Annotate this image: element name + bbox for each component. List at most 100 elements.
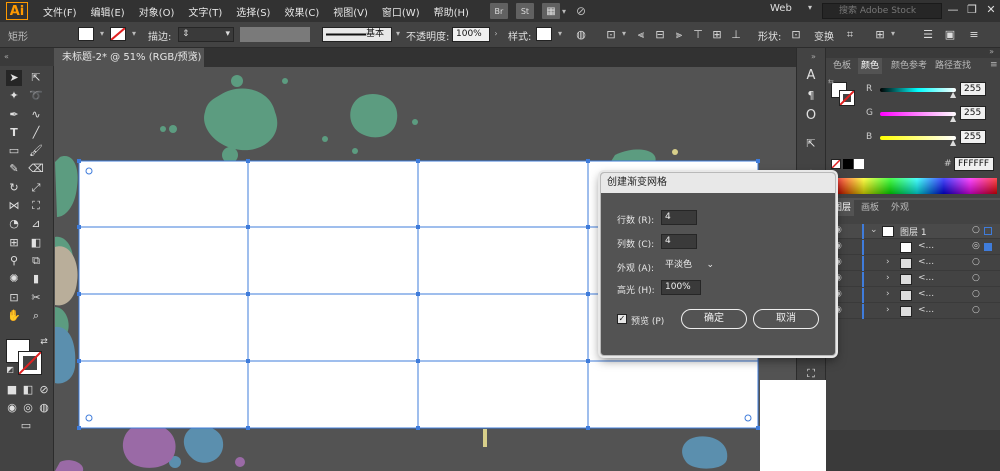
- graphic-style-swatch[interactable]: [536, 27, 552, 41]
- rotate-tool-icon[interactable]: ↻: [6, 180, 22, 196]
- green-slider-track[interactable]: [880, 112, 956, 116]
- blue-slider-track[interactable]: [880, 136, 956, 140]
- sublayer-name[interactable]: <...: [918, 273, 934, 283]
- selection-indicator[interactable]: [984, 243, 992, 251]
- collapse-icon[interactable]: »: [811, 52, 816, 61]
- chevron-down-icon[interactable]: ▾: [562, 7, 566, 16]
- layer-row[interactable]: ◉ › <... ○: [826, 256, 1000, 271]
- menu-effect[interactable]: 效果(C): [277, 4, 326, 19]
- column-graph-tool-icon[interactable]: ▮: [28, 271, 44, 287]
- direct-selection-tool-icon[interactable]: ⇱: [28, 70, 44, 86]
- green-value-field[interactable]: 255: [960, 106, 986, 120]
- chevron-down-icon[interactable]: ▾: [96, 27, 108, 41]
- stock-button[interactable]: St: [515, 3, 534, 19]
- layer-row[interactable]: ◉ › <... ○: [826, 288, 1000, 303]
- tab-pathfinder[interactable]: 路径查找: [932, 58, 974, 74]
- layer-row[interactable]: ◉ <... ◎: [826, 240, 1000, 255]
- shaper-tool-icon[interactable]: ✎: [6, 161, 22, 177]
- tab-color-guide[interactable]: 颜色参考: [888, 58, 930, 74]
- close-icon[interactable]: ×: [191, 48, 199, 67]
- preview-checkbox[interactable]: ✓: [617, 314, 627, 324]
- draw-behind-icon[interactable]: ◎: [20, 400, 36, 416]
- paintbrush-tool-icon[interactable]: 🖌: [28, 143, 44, 159]
- chevron-right-icon[interactable]: ›: [886, 305, 890, 315]
- color-spectrum[interactable]: [837, 178, 997, 194]
- scale-tool-icon[interactable]: ⤢: [28, 180, 44, 196]
- chevron-down-icon[interactable]: ⌄: [870, 225, 878, 235]
- tab-appearance[interactable]: 外观: [888, 200, 912, 216]
- free-transform-tool-icon[interactable]: ⛶: [28, 198, 44, 214]
- none-color-button[interactable]: [831, 159, 841, 169]
- stroke-weight-field[interactable]: ⇕ ▾: [178, 27, 234, 42]
- sublayer-name[interactable]: <...: [918, 289, 934, 299]
- target-icon[interactable]: ◎: [972, 241, 980, 251]
- target-icon[interactable]: ○: [972, 289, 980, 299]
- red-value-field[interactable]: 255: [960, 82, 986, 96]
- magic-wand-tool-icon[interactable]: ✦: [6, 88, 22, 104]
- zoom-tool-icon[interactable]: ⌕: [28, 308, 44, 324]
- screen-mode-icon[interactable]: ▭: [18, 418, 34, 434]
- ok-button[interactable]: 确定: [681, 309, 747, 329]
- slider-thumb-icon[interactable]: ▲: [950, 90, 956, 99]
- menu-help[interactable]: 帮助(H): [427, 4, 476, 19]
- appearance-select[interactable]: 平淡色 ⌄: [661, 258, 717, 273]
- stock-search-input[interactable]: 搜索 Adobe Stock: [822, 3, 942, 19]
- chevron-down-icon[interactable]: ▾: [808, 3, 812, 12]
- layer-name[interactable]: 图层 1: [900, 225, 927, 238]
- sublayer-name[interactable]: <...: [918, 241, 934, 251]
- chevron-down-icon[interactable]: ▾: [128, 27, 140, 41]
- reference-point-icon[interactable]: ⊞: [872, 27, 888, 43]
- selection-indicator[interactable]: [984, 227, 992, 235]
- perspective-grid-tool-icon[interactable]: ⊿: [28, 216, 44, 232]
- pen-tool-icon[interactable]: ✒: [6, 107, 22, 123]
- white-color-button[interactable]: [854, 159, 864, 169]
- chevron-right-icon[interactable]: ›: [886, 273, 890, 283]
- symbol-sprayer-tool-icon[interactable]: ✺: [6, 271, 22, 287]
- eyedropper-tool-icon[interactable]: ⚲: [6, 253, 22, 269]
- columns-input[interactable]: 4: [661, 234, 697, 249]
- shape-properties-icon[interactable]: ⊡: [788, 27, 804, 43]
- gradient-mode-icon[interactable]: ◧: [20, 382, 36, 398]
- default-colors-icon[interactable]: ◩: [2, 362, 18, 378]
- blend-tool-icon[interactable]: ⧉: [28, 253, 44, 269]
- curvature-tool-icon[interactable]: ∿: [28, 107, 44, 123]
- collapse-icon[interactable]: «: [4, 52, 9, 61]
- layer-row[interactable]: ◉ ⌄ 图层 1 ○: [826, 224, 1000, 239]
- sublayer-name[interactable]: <...: [918, 257, 934, 267]
- panel-menu-icon[interactable]: ≡: [990, 60, 998, 70]
- stroke-swatch[interactable]: [110, 27, 126, 41]
- align-to-icon[interactable]: ⊡: [603, 27, 619, 43]
- gradient-tool-icon[interactable]: ◧: [28, 235, 44, 251]
- sublayer-name[interactable]: <...: [918, 305, 934, 315]
- workspace-switcher[interactable]: Web: [770, 3, 810, 14]
- chevron-down-icon[interactable]: ▾: [618, 27, 630, 41]
- align-center-icon[interactable]: ⊟: [652, 27, 668, 43]
- target-icon[interactable]: ○: [972, 273, 980, 283]
- target-icon[interactable]: ○: [972, 305, 980, 315]
- selection-tool-icon[interactable]: ➤: [6, 70, 22, 86]
- tab-swatches[interactable]: 色板: [830, 58, 854, 74]
- opentype-panel-icon[interactable]: O: [803, 108, 819, 124]
- fill-swatch[interactable]: [78, 27, 94, 41]
- swap-colors-icon[interactable]: ⇄: [36, 334, 52, 350]
- chevron-right-icon[interactable]: ›: [886, 289, 890, 299]
- hex-value-field[interactable]: FFFFFF: [954, 157, 994, 171]
- slice-tool-icon[interactable]: ✂: [28, 290, 44, 306]
- isolation-mode-icon[interactable]: ▣: [942, 27, 958, 43]
- recolor-artwork-icon[interactable]: ◍: [573, 27, 589, 43]
- tab-artboards[interactable]: 画板: [858, 200, 882, 216]
- red-slider-track[interactable]: [880, 88, 956, 92]
- target-icon[interactable]: ○: [972, 257, 980, 267]
- mesh-tool-icon[interactable]: ⊞: [6, 235, 22, 251]
- line-tool-icon[interactable]: ╱: [28, 125, 44, 141]
- slider-thumb-icon[interactable]: ▲: [950, 138, 956, 147]
- restore-icon[interactable]: ❐: [964, 2, 980, 18]
- stroke-color-swatch[interactable]: [18, 351, 42, 375]
- artboard-tool-icon[interactable]: ⊡: [6, 290, 22, 306]
- minimize-icon[interactable]: —: [945, 2, 961, 18]
- swap-colors-icon[interactable]: ⇆: [828, 78, 834, 86]
- hand-tool-icon[interactable]: ✋: [6, 308, 22, 324]
- menu-edit[interactable]: 编辑(E): [84, 4, 132, 19]
- black-color-button[interactable]: [843, 159, 853, 169]
- tab-color[interactable]: 颜色: [858, 58, 883, 74]
